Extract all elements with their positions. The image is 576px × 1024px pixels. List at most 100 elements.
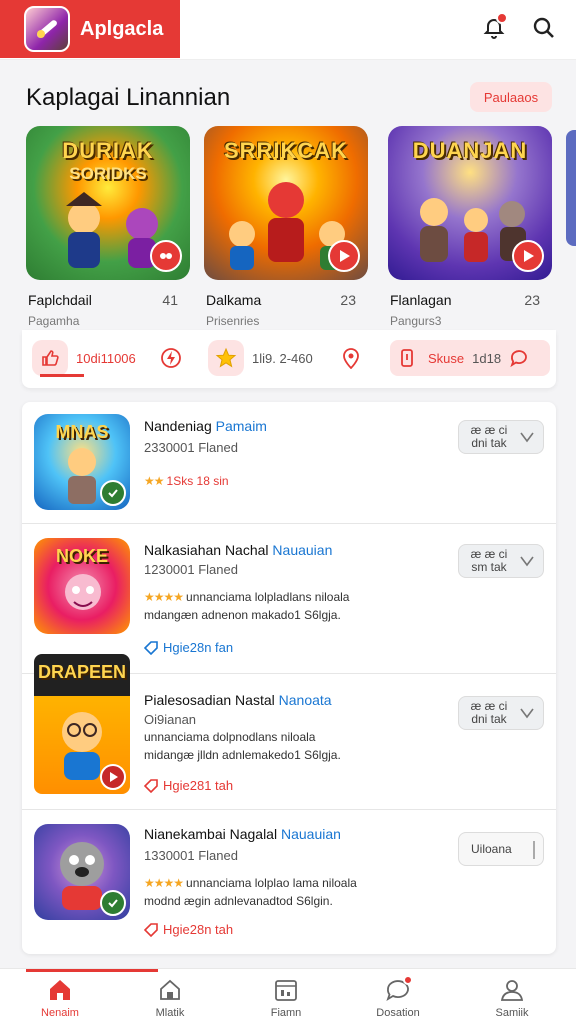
featured-card-peek[interactable] [566,130,576,246]
game-description: midangæ jlldn adnlemakedo1 S6lgja. [144,748,341,762]
nav-chat[interactable]: Dosation [358,975,438,1019]
install-button[interactable]: æ æ ci sm tak [458,544,544,578]
app-logo-icon [24,6,70,52]
section-title: Kaplagai Linannian [26,84,231,111]
search-button[interactable] [528,12,560,44]
chat-icon [385,975,413,1003]
rating-stars-icon: ★★★★ [144,590,184,604]
game-rating: ★★ 1Sks 18 sin [144,474,229,488]
game-tag[interactable]: Hgie281 tah [144,778,233,793]
thumbnail-label: DRAPEEN [38,662,127,682]
game-rating: unnanciama dolpnodlans niloala [144,730,316,744]
active-tab-indicator [40,374,84,377]
featured-count: 23 [524,292,540,308]
game-rating: ★★★★ unnanciama lolplao lama niloala [144,876,357,890]
featured-name: Dalkama [206,292,262,308]
like-count: 10di11006 [76,350,136,366]
featured-subtitle: Pagamha [28,314,80,328]
verified-badge-icon [100,890,126,916]
featured-card[interactable]: DUANJAN Flanlagan 23 Pangurs3 [388,126,552,328]
list-item[interactable]: DRAPEEN Pialesosadian Nastal Nanoata Oi9… [22,654,556,810]
play-button[interactable] [328,240,360,272]
list-item[interactable]: Nianekambai Nagalal Nauauian 1330001 Fla… [22,810,556,954]
art-subtitle: SORIDKS [69,164,147,183]
calendar-icon [273,977,299,1003]
featured-name: Flanlagan [390,292,452,308]
action-bar: 10di11006 1li9. 2-460 Skuse 1d18 [22,330,556,388]
skuse-label: Skuse [428,350,465,366]
nav-home[interactable]: Nenaim [20,977,100,1019]
notifications-button[interactable] [478,12,510,44]
list-item[interactable]: NOKE Nalkasiahan Nachal Nauauian 1230001… [22,524,556,674]
rating-stars-icon: ★★★★ [144,876,184,890]
install-button[interactable]: æ æ ci dni tak [458,420,544,454]
game-meta: 2330001 Flaned [144,440,238,455]
open-button[interactable]: Uiloana [458,832,544,866]
location-pin-icon [342,348,359,369]
game-tag[interactable]: Hgie28n tah [144,922,233,937]
install-button[interactable]: æ æ ci dni tak [458,696,544,730]
game-title: Nianekambai Nagalal Nauauian [144,826,341,842]
game-meta: 1230001 Flaned [144,562,238,577]
thumbnail-label: MNAS [55,422,109,442]
play-button[interactable] [512,240,544,272]
character-art [65,574,101,610]
art-title: DUANJAN [412,138,528,163]
verified-badge-icon [100,480,126,506]
game-thumbnail: NOKE [34,538,130,634]
badge-icon [100,764,126,790]
skuse-value: 1d18 [472,350,502,366]
comment-icon [510,350,527,368]
game-title: Nalkasiahan Nachal Nauauian [144,542,333,558]
chevron-down-icon [520,556,534,567]
divider [533,841,535,859]
bottom-navigation: Nenaim Mlatik Fiamn Dosation Samiik [0,968,576,1024]
featured-count: 41 [162,292,178,308]
play-icon [340,250,350,262]
play-icon [524,250,534,262]
game-thumbnail: DRAPEEN [34,654,130,794]
featured-card-art: SRRIKCAK [204,126,368,280]
home-icon [47,977,73,1003]
featured-card[interactable]: DURIAK SORIDKS Faplchdail 41 Pagamha [26,126,190,328]
tag-icon [144,778,158,793]
active-nav-indicator [26,969,158,972]
game-meta: 1330001 Flaned [144,848,238,863]
tag-icon [144,922,158,937]
game-list: MNAS Nandeniag Pamaim 2330001 Flaned ★★ 1… [22,402,556,954]
game-thumbnail [34,824,130,920]
skuse-action[interactable]: Skuse 1d18 [390,340,550,376]
featured-card-art: DURIAK SORIDKS [26,126,190,280]
store-icon [157,977,183,1003]
nav-profile[interactable]: Samiik [472,977,552,1019]
flash-icon [160,348,181,368]
game-description: mdangæn adnenon makado1 S6lgja. [144,608,341,622]
tag-icon [144,640,158,655]
star-icon [208,340,244,376]
play-button[interactable] [150,240,182,272]
game-tag[interactable]: Hgie28n fan [144,640,233,655]
device-icon [401,349,413,367]
chat-notification-dot [403,975,413,985]
rating-value: 1li9. 2-460 [252,350,313,366]
app-brand[interactable]: Aplgacla [0,0,180,58]
app-title: Aplgacla [80,17,164,40]
featured-name: Faplchdail [28,292,92,308]
open-button-label: Uiloana [471,841,512,856]
rating-action[interactable]: 1li9. 2-460 [208,340,361,376]
art-title: SRRIKCAK [223,138,349,163]
section-filter-pill[interactable]: Paulaaos [470,82,552,112]
featured-subtitle: Pangurs3 [390,314,442,328]
game-thumbnail: MNAS [34,414,130,510]
thumbs-up-icon [32,340,68,376]
chevron-down-icon [520,708,534,719]
thumbnail-label: NOKE [55,546,108,566]
gamepad-icon [160,253,172,259]
list-item[interactable]: MNAS Nandeniag Pamaim 2330001 Flaned ★★ 1… [22,402,556,524]
game-meta: Oi9ianan [144,712,197,727]
featured-card[interactable]: SRRIKCAK Dalkama 23 Prisenries [204,126,368,328]
nav-calendar[interactable]: Fiamn [246,977,326,1019]
like-action[interactable]: 10di11006 [32,340,182,377]
nav-store[interactable]: Mlatik [130,977,210,1019]
search-icon [533,17,554,38]
